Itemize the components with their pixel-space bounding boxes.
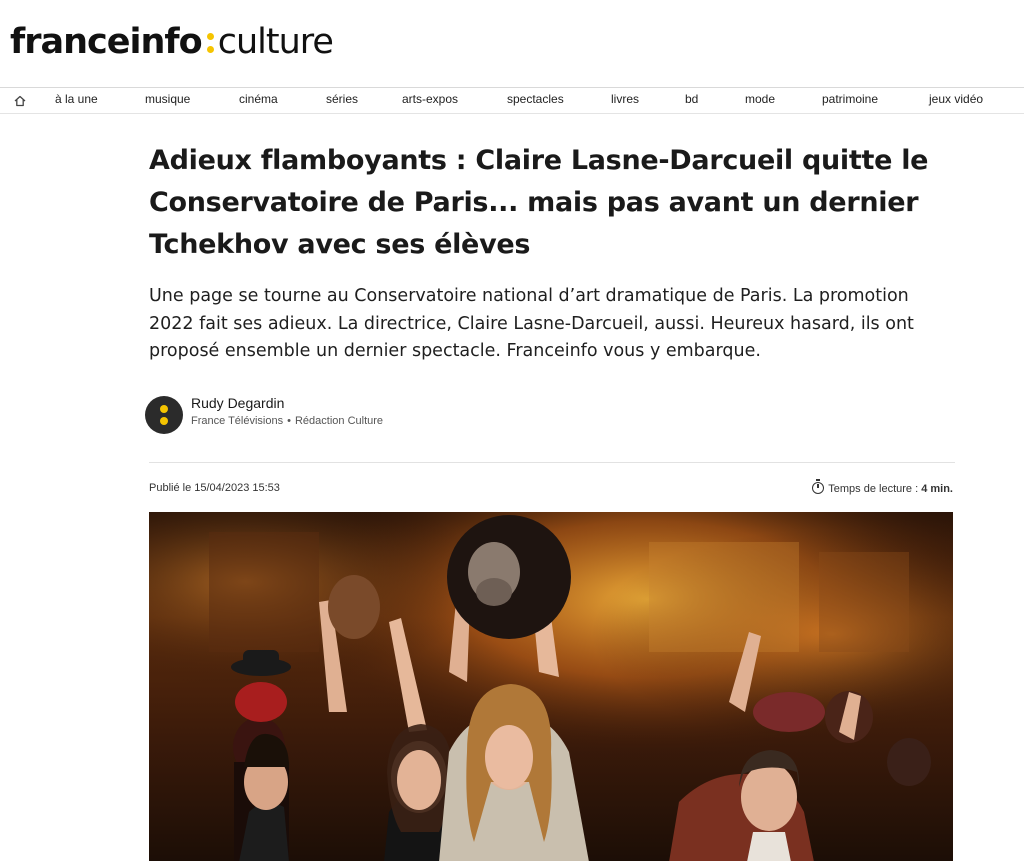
article-title: Adieux flamboyants : Claire Lasne-Darcue…	[149, 145, 929, 260]
site-header: franceinfo culture	[0, 0, 1024, 87]
article-lede: Une page se tourne au Conservatoire nati…	[149, 286, 914, 361]
nav-item-mode[interactable]: mode	[745, 92, 775, 106]
site-logo[interactable]: franceinfo culture	[10, 22, 334, 62]
nav-item-bd[interactable]: bd	[685, 92, 698, 106]
logo-section: culture	[217, 22, 334, 62]
home-icon[interactable]	[13, 94, 27, 108]
logo-colon-icon	[204, 28, 216, 56]
logo-brand: franceinfo	[10, 22, 203, 62]
main-navigation: à la une musique cinéma séries arts-expo…	[0, 87, 1024, 114]
divider	[149, 462, 955, 463]
read-time-label: Temps de lecture :	[828, 483, 919, 495]
nav-item-patrimoine[interactable]: patrimoine	[822, 92, 878, 106]
stopwatch-icon	[812, 479, 825, 494]
nav-item-livres[interactable]: livres	[611, 92, 639, 106]
nav-item-jeux-video[interactable]: jeux vidéo	[929, 92, 983, 106]
nav-item-series[interactable]: séries	[326, 92, 358, 106]
article-header: Adieux flamboyants : Claire Lasne-Darcue…	[149, 140, 955, 366]
author-affiliation: France Télévisions • Rédaction Culture	[191, 415, 383, 427]
author-name[interactable]: Rudy Degardin	[191, 395, 284, 411]
published-date: Publié le 15/04/2023 15:53	[149, 482, 280, 494]
author-block: Rudy Degardin France Télévisions • Rédacti…	[145, 395, 545, 435]
article-hero-image[interactable]	[149, 512, 953, 861]
nav-item-spectacles[interactable]: spectacles	[507, 92, 564, 106]
article-meta: Publié le 15/04/2023 15:53 Temps de lect…	[149, 479, 955, 498]
author-avatar	[145, 396, 183, 434]
author-team: Rédaction Culture	[294, 415, 384, 427]
read-time: Temps de lecture : 4 min.	[812, 479, 953, 495]
stage-photo-illustration	[149, 512, 953, 861]
nav-item-cinema[interactable]: cinéma	[239, 92, 278, 106]
nav-item-musique[interactable]: musique	[145, 92, 190, 106]
author-org: France Télévisions	[191, 415, 284, 427]
separator-dot-icon: •	[287, 415, 291, 427]
nav-item-arts-expos[interactable]: arts-expos	[402, 92, 458, 106]
read-time-value: 4 min.	[921, 483, 953, 495]
nav-item-a-la-une[interactable]: à la une	[55, 92, 98, 106]
